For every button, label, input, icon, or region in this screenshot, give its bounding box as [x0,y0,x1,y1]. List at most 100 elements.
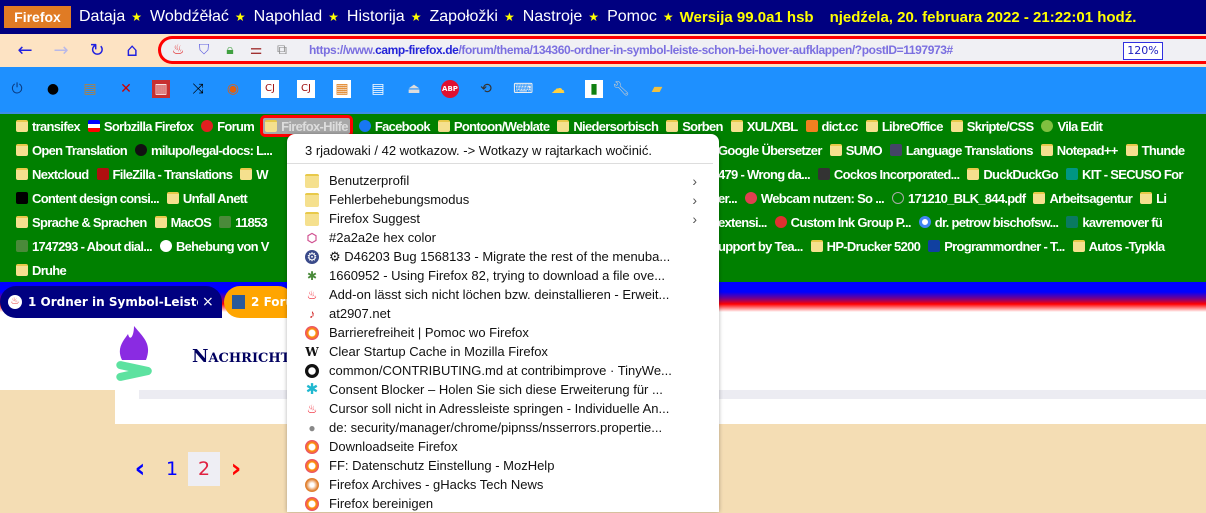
wrench-icon[interactable]: 🔧︎ [612,80,630,98]
balls-icon[interactable]: ● [44,80,62,98]
bookmark[interactable]: Sorbzilla Firefox [86,119,195,134]
eject-icon[interactable]: ⏏ [405,80,423,98]
bookmark[interactable]: 171210_BLK_844.pdf [890,191,1027,206]
adblock-icon[interactable]: ABP [441,80,459,98]
popup-bookmark-item[interactable]: Barrierefreiheit | Pomoc wo Firefox [287,323,719,342]
bookmark-folder[interactable]: Nextcloud [14,167,91,182]
bookmark-folder[interactable]: Druhe [14,263,68,278]
bookmark-folder[interactable]: Thunde [1124,143,1187,158]
bookmark[interactable]: milupo/legal-docs: L... [133,143,274,158]
bookmark[interactable]: Content design consi... [14,191,161,206]
popup-submenu-item[interactable]: Fehlerbehebungsmodus › [287,190,719,209]
menu-wobdzelac[interactable]: Wobdźěłać [150,8,229,26]
page-2-current[interactable]: 2 [188,452,220,486]
bookmark[interactable]: dict.cc [804,119,860,134]
back-icon[interactable]: ← [14,40,36,61]
bookmark[interactable]: Behebung von V [158,239,271,254]
bookmark[interactable]: Programmordner - T... [926,239,1066,254]
menu-nastroje[interactable]: Nastroje [523,8,583,26]
bookmark[interactable]: 479 - Wrong da... [716,167,812,182]
extension-badge-icon[interactable]: ▮ [585,80,603,98]
popup-bookmark-item[interactable]: W Clear Startup Cache in Mozilla Firefox [287,342,719,361]
bookmark-folder[interactable]: Open Translation [14,143,129,158]
popup-bookmark-item[interactable]: ● de: security/manager/chrome/pipnss/nsse… [287,418,719,437]
open-all-in-tabs-item[interactable]: 3 rjadowaki / 42 wotkazow. -> Wotkazy w … [287,134,713,164]
document-icon[interactable]: ▤ [369,80,387,98]
bookmark-folder[interactable]: MacOS [153,215,214,230]
delete-file-icon[interactable]: ✕ [117,80,135,98]
bookmark[interactable]: er... [716,191,739,206]
zoom-level-button[interactable]: 120% [1123,42,1163,60]
popup-bookmark-item[interactable]: Firefox bereinigen [287,494,719,513]
menu-historija[interactable]: Historija [347,8,405,26]
tab[interactable]: 2 Foru [224,286,294,318]
bookmark-folder[interactable]: HP-Drucker 5200 [809,239,923,254]
popup-bookmark-item[interactable]: Downloadseite Firefox [287,437,719,456]
bookmark[interactable]: extensi... [716,215,769,230]
shield-icon[interactable]: ⛉ [195,42,213,58]
css-icon[interactable]: CJ [297,80,315,98]
bookmark[interactable]: 1747293 - About dial... [14,239,154,254]
bookmark-folder[interactable]: Notepad++ [1039,143,1120,158]
css-icon[interactable]: CJ [261,80,279,98]
shuffle-icon[interactable]: ⤨ [189,80,207,98]
power-icon[interactable]: ⏻ [8,80,26,98]
bookmark-folder[interactable]: Pontoon/Weblate [436,119,551,134]
reload-icon[interactable]: ↻ [86,40,108,61]
bookmark[interactable]: KIT - SECUSO For [1064,167,1185,182]
firefox-app-button[interactable]: Firefox [4,6,71,28]
zip-icon[interactable]: ▤ [81,80,99,98]
menu-dataja[interactable]: Dataja [79,8,125,26]
firefox-icon[interactable]: ◉ [224,80,242,98]
translate-icon[interactable]: ⧉ [273,42,291,58]
bookmark[interactable]: Custom Ink Group P... [773,215,913,230]
bookmark[interactable]: Facebook [357,119,432,134]
prev-page-icon[interactable]: ‹ [124,452,156,486]
bookmark-folder[interactable]: Skripte/CSS [949,119,1036,134]
bookmark-folder[interactable]: SUMO [828,143,884,158]
permissions-icon[interactable]: ⚌ [247,42,265,58]
popup-bookmark-item[interactable]: ⬡ #2a2a2e hex color [287,228,719,247]
bookmark-folder[interactable]: LibreOffice [864,119,945,134]
calendar-icon[interactable]: ▥ [152,80,170,98]
menu-napohlad[interactable]: Napohlad [254,8,323,26]
bookmark[interactable]: 11853 [217,215,269,230]
bookmark-folder[interactable]: Arbeitsagentur [1031,191,1134,206]
bookmark-folder[interactable]: Li [1138,191,1168,206]
bookmark[interactable]: Google Übersetzer [716,143,824,158]
bookmark[interactable]: FileZilla - Translations [95,167,235,182]
keyboard-icon[interactable]: ⌨ [513,80,533,98]
folder-tools-icon[interactable]: ▰ [648,80,666,98]
page-1-link[interactable]: 1 [156,452,188,486]
close-tab-icon[interactable]: × [202,294,214,310]
popup-bookmark-item[interactable]: common/CONTRIBUTING.md at contribimprove… [287,361,719,380]
bookmark[interactable]: Vila Edit [1039,119,1104,134]
bookmark[interactable]: Cockos Incorporated... [816,167,961,182]
url-text[interactable]: https://www.camp-firefox.de/forum/thema/… [309,43,953,57]
popup-bookmark-item[interactable]: ♨ Cursor soll nicht in Adressleiste sprin… [287,399,719,418]
popup-bookmark-item[interactable]: ✱ Consent Blocker – Holen Sie sich diese … [287,380,719,399]
forward-icon[interactable]: → [50,40,72,61]
weather-icon[interactable]: ☁ [549,80,567,98]
bookmark-folder[interactable]: transifex [14,119,82,134]
refresh-page-icon[interactable]: ⟲ [477,80,495,98]
bookmark-folder[interactable]: DuckDuckGo [965,167,1060,182]
tab-active[interactable]: ♨ 1 Ordner in Symbol-Leiste sch × [0,286,222,318]
popup-submenu-item[interactable]: Benutzerprofil › [287,171,719,190]
bookmark[interactable]: dr. petrow bischofsw... [917,215,1061,230]
bookmark-folder[interactable]: Sprache & Sprachen [14,215,149,230]
popup-bookmark-item[interactable]: ♪ at2907.net [287,304,719,323]
bookmark-folder[interactable]: Autos -Typkla [1071,239,1167,254]
bookmark-folder[interactable]: Unfall Anett [165,191,249,206]
popup-bookmark-item[interactable]: Firefox Archives - gHacks Tech News [287,475,719,494]
menu-zapolozki[interactable]: Zapołožki [429,8,497,26]
bookmark-folder[interactable]: W [238,167,270,182]
bookmark-folder[interactable]: Niedersorbisch [555,119,660,134]
popup-bookmark-item[interactable]: ♨ Add-on lässt sich nicht löchen bzw. dei… [287,285,719,304]
popup-bookmark-item[interactable]: ✱ 1660952 - Using Firefox 82, trying to d… [287,266,719,285]
bookmark[interactable]: Webcam nutzen: So ... [743,191,886,206]
bookmark[interactable]: kavremover fü [1064,215,1164,230]
lock-icon[interactable]: 🔒︎ [221,42,239,58]
popup-submenu-item[interactable]: Firefox Suggest › [287,209,719,228]
next-page-icon[interactable]: › [220,452,252,486]
